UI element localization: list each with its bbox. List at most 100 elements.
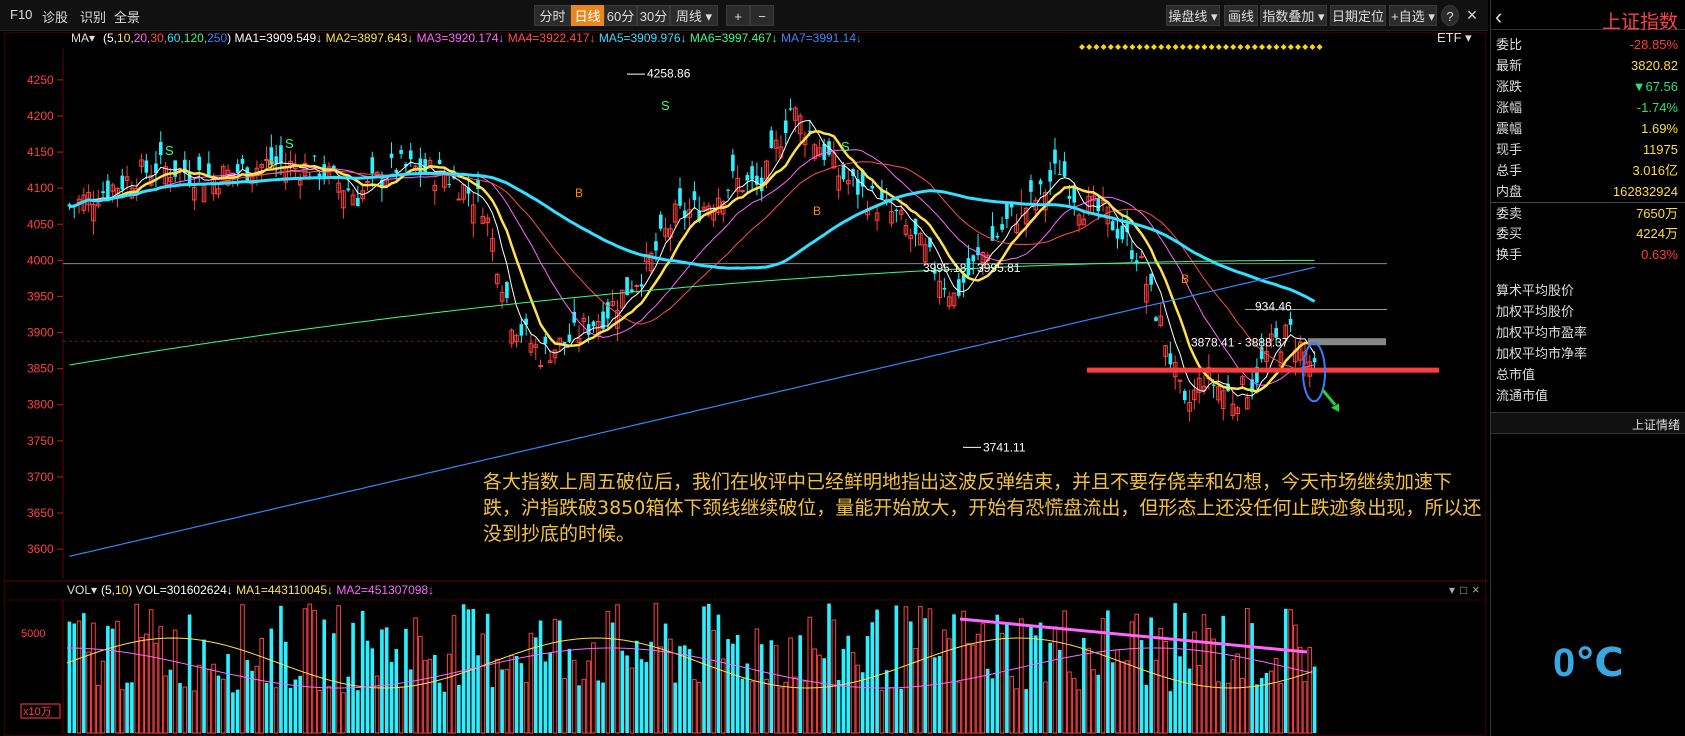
candle-down	[106, 180, 110, 199]
candle-down	[408, 150, 413, 160]
volume-bar-down	[1264, 672, 1269, 733]
volume-bar-down	[1149, 617, 1153, 733]
down-arrow-annotation	[1321, 389, 1337, 406]
maximize-pane-icon[interactable]: □	[1460, 583, 1467, 597]
indicator-line-dropdown[interactable]: 操盘线 ▾	[1166, 5, 1220, 26]
volume-bar-up	[1244, 607, 1250, 734]
stat-label-text: 加权平均市净率	[1496, 346, 1588, 361]
volume-bar-down	[596, 680, 601, 733]
tab-daily[interactable]: 日线	[571, 5, 604, 26]
volume-bar-down	[404, 628, 408, 733]
ma10-line	[69, 130, 1315, 393]
f10-button[interactable]: F10	[10, 7, 32, 22]
volume-bar-up	[240, 604, 245, 734]
volume-bar-down	[457, 684, 461, 733]
candle-down	[788, 108, 793, 110]
volume-bar-down	[1057, 649, 1062, 733]
volume-bar-up	[182, 686, 188, 734]
diamond-marker	[1122, 44, 1129, 50]
volume-bar-down	[673, 682, 677, 733]
volume-bar-down	[1168, 691, 1173, 733]
ma-indicator-label[interactable]: MA▾	[71, 31, 95, 45]
price-axis-tick: 3800	[27, 398, 54, 412]
price-axis-tick: 3700	[27, 470, 54, 484]
add-watchlist-dropdown[interactable]: +自选 ▾	[1389, 5, 1437, 26]
candle-up	[634, 285, 640, 288]
volume-bar-down	[735, 634, 740, 733]
volume-bar-down	[1024, 689, 1028, 733]
volume-bar-up	[946, 638, 952, 734]
tab-60min[interactable]: 60分	[604, 5, 637, 26]
volume-bar-down	[682, 645, 687, 733]
candle-down	[543, 336, 548, 344]
volume-bar-down	[634, 640, 639, 733]
close-pane-icon[interactable]: ×	[1472, 582, 1480, 597]
candle-down	[726, 189, 730, 191]
volume-bar-up	[220, 678, 226, 734]
etf-dropdown[interactable]: ETF ▾	[1437, 30, 1472, 45]
volume-bar-up	[1076, 689, 1082, 734]
zoom-in-button[interactable]: +	[726, 5, 750, 26]
diamond-marker	[1115, 44, 1121, 50]
quote-row: 内盘 162832924	[1491, 181, 1685, 203]
volume-bar-up	[918, 606, 923, 734]
candle-down	[1120, 225, 1125, 240]
volume-bar-down	[639, 659, 644, 733]
volume-bar-down	[702, 606, 706, 733]
candle-down	[750, 166, 754, 180]
ma120-line	[69, 259, 1315, 366]
tab-weekly[interactable]: 周线 ▾	[670, 5, 718, 26]
volume-bar-down	[1259, 678, 1264, 733]
volume-bar-up	[653, 603, 659, 734]
candle-down	[1096, 198, 1101, 212]
volume-bar-up	[793, 676, 798, 734]
volume-bar-down	[461, 604, 466, 733]
volume-bar-down	[168, 669, 173, 733]
back-icon[interactable]: ‹	[1495, 4, 1502, 30]
candle-down	[207, 163, 211, 176]
volume-bar-up	[999, 632, 1005, 734]
identify-button[interactable]: 识别	[80, 7, 106, 26]
sentiment-tab[interactable]: 上证情绪	[1491, 412, 1685, 434]
diagnose-button[interactable]: 诊股	[42, 7, 68, 26]
index-overlay-dropdown[interactable]: 指数叠加 ▾	[1260, 5, 1327, 26]
tab-30min[interactable]: 30分	[637, 5, 670, 26]
volume-bar-down	[1005, 623, 1009, 733]
diamond-marker	[1100, 44, 1107, 50]
quote-row-value: 11975	[1642, 142, 1678, 157]
kline-chart[interactable]: MA▾ (5,10,20,30,60,120,250) MA1=3909.549…	[5, 30, 1487, 736]
volume-bar-up	[1225, 682, 1231, 734]
volume-bar-up	[817, 654, 822, 734]
stat-label-text: 加权平均市盈率	[1496, 325, 1588, 340]
pane-scroll-icon[interactable]: ▾	[1449, 583, 1455, 597]
resistance-range-label: 3995.18 - 3995.81	[923, 261, 1021, 275]
quote-row-label: 换手	[1496, 247, 1523, 262]
overview-button[interactable]: 全景	[114, 7, 140, 26]
volume-bar-down	[351, 622, 355, 733]
volume-bar-down	[1250, 623, 1254, 733]
volume-bar-up	[807, 616, 813, 734]
volume-bar-down	[908, 621, 913, 733]
draw-line-button[interactable]: 画线	[1224, 5, 1258, 26]
help-icon[interactable]: ?	[1441, 5, 1459, 26]
close-icon[interactable]: ×	[1462, 5, 1482, 26]
volume-bar-up	[504, 669, 510, 734]
volume-bar-up	[1216, 681, 1221, 734]
zoom-out-button[interactable]: −	[750, 5, 774, 26]
stat-label: 流通市值	[1491, 385, 1685, 407]
stock-chart-app: F10 诊股 识别 全景 分时 日线 60分 30分 周线 ▾ + − 操盘线 …	[0, 0, 1685, 736]
candle-down	[769, 130, 774, 148]
date-locate-button[interactable]: 日期定位	[1330, 5, 1386, 26]
volume-bar-up	[192, 690, 197, 734]
diamond-marker	[1136, 44, 1143, 50]
volume-bar-up	[1293, 624, 1298, 734]
volume-bar-down	[1312, 666, 1317, 733]
candle-up	[456, 198, 462, 201]
volume-bar-down	[1106, 610, 1110, 733]
tab-intraday[interactable]: 分时	[534, 5, 571, 26]
vol-indicator-label[interactable]: VOL▾	[67, 583, 97, 597]
volume-bar-down	[644, 662, 649, 733]
volume-bar-up	[1269, 670, 1274, 734]
quote-row-value: 3.016亿	[1632, 163, 1678, 178]
quote-row: 委卖 7650万	[1491, 202, 1685, 224]
